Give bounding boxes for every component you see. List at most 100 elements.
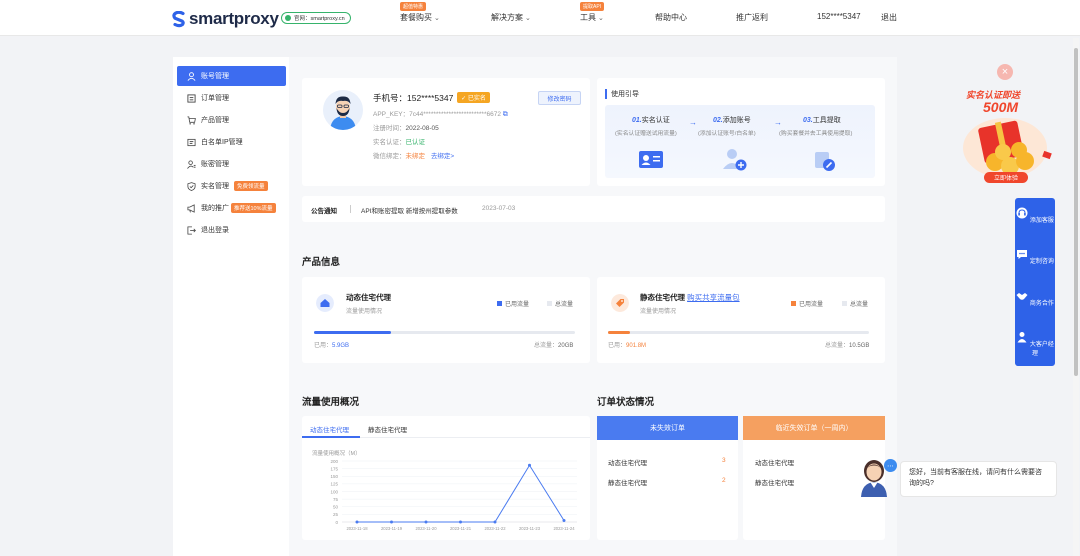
step-title: 实名认证: [641, 117, 670, 124]
nav-referral[interactable]: 推广返利: [736, 12, 768, 23]
tag-icon: [611, 294, 629, 312]
edit-password-button[interactable]: 修改密码: [538, 91, 581, 105]
home-icon: [316, 294, 334, 312]
headset-icon: [1016, 207, 1028, 219]
chevron-down-icon: ⌄: [434, 14, 440, 22]
logout-link[interactable]: 退出: [881, 12, 897, 23]
guide-step-3-desc: (购买套餐并去工具使用提取): [779, 131, 853, 137]
add-user-icon: [723, 149, 747, 171]
orders-active-header: 未失效订单: [597, 416, 738, 440]
verified-check-icon: ✓: [461, 96, 468, 102]
realname-status: 已认证: [405, 139, 426, 146]
order-row-count[interactable]: 2: [722, 477, 726, 484]
nav-solutions[interactable]: 解决方案 ⌄: [491, 12, 531, 23]
guide-title: 使用引导: [605, 89, 639, 99]
guide-step-2-desc: (添加认证账号/白名单): [698, 131, 756, 137]
wechat-status: 未绑定: [405, 153, 426, 160]
legend-total-label: 总流量: [555, 302, 574, 308]
product-sub: 流量使用情况: [346, 309, 383, 315]
legend-total: 总流量: [547, 299, 573, 308]
tool-label: 添加客服: [1029, 218, 1054, 224]
x-tick-label: 2023-11-20: [415, 526, 437, 531]
register-label: 注册时间：: [373, 125, 406, 132]
sidebar-item-label: 账密管理: [201, 161, 229, 168]
register-date: 2022-08-05: [405, 125, 439, 132]
sidebar-item-referral[interactable]: 我的推广 推荐送10%流量: [177, 198, 286, 218]
nav-tools[interactable]: 提取API 工具 ⌄: [580, 2, 605, 23]
megaphone-icon: [187, 203, 195, 213]
scrollbar-thumb[interactable]: [1074, 48, 1078, 376]
user-phone-label: 152****5347: [817, 12, 861, 21]
data-point: [390, 520, 393, 524]
sidebar-item-label: 实名管理: [201, 183, 229, 190]
bind-wechat-link[interactable]: 去绑定>: [431, 153, 454, 160]
series-line: [357, 464, 565, 523]
tab-static[interactable]: 静态住宅代理: [368, 424, 407, 434]
close-icon[interactable]: ×: [997, 64, 1013, 80]
sidebar-item-whitelist[interactable]: 白名单IP管理: [177, 132, 286, 152]
total-value: 总流量：10.5GB: [825, 340, 869, 349]
y-tick-label: 50: [333, 505, 339, 510]
sidebar-item-logout[interactable]: 退出登录: [177, 220, 286, 240]
sidebar-item-credentials[interactable]: 账密管理: [177, 154, 286, 174]
app-key-row: APP_KEY：7c44*************************667…: [373, 108, 508, 119]
copy-icon[interactable]: ⧉: [503, 111, 508, 118]
notice-text[interactable]: API和账密提取 新增按州提取参数: [361, 205, 458, 215]
nav-help-center[interactable]: 帮助中心: [655, 12, 687, 23]
tool-account-manager[interactable]: 大客户经理: [1015, 331, 1055, 357]
usage-bar-fill: [608, 331, 631, 334]
wechat-row: 微信绑定：未绑定 去绑定>: [373, 150, 454, 160]
legend-swatch-total: [842, 301, 847, 306]
brand-name: smartproxy: [189, 9, 279, 28]
official-site-badge: 官网：smartproxy.cn: [281, 12, 351, 24]
y-tick-label: 25: [333, 512, 339, 517]
y-tick-label: 75: [333, 497, 339, 502]
products-section-title: 产品信息: [302, 257, 341, 268]
legend-swatch-total: [547, 301, 552, 306]
total-amount: 10.5GB: [849, 343, 870, 349]
step-num: 02.: [713, 117, 723, 124]
step-num: 03.: [803, 117, 813, 124]
user-icon: [187, 71, 196, 81]
x-tick-label: 2023-11-19: [381, 526, 403, 531]
chat-message-bubble[interactable]: 您好，当前有客服在线，请问有什么需要咨询的吗?: [900, 461, 1057, 497]
tool-label: 大客户经理: [1029, 342, 1054, 357]
notice-tab[interactable]: 公告通知: [311, 205, 337, 215]
nav-packages[interactable]: 超值特惠 套餐购买 ⌄: [400, 2, 440, 23]
sidebar-item-orders[interactable]: 订单管理: [177, 88, 286, 108]
sidebar-item-account[interactable]: 账号管理: [177, 66, 286, 86]
step-num: 01.: [632, 117, 642, 124]
total-value: 总流量：20GB: [534, 340, 573, 349]
legend-total: 总流量: [842, 299, 868, 308]
promo-cta-button[interactable]: 立即体验: [984, 172, 1028, 183]
used-value: 已用：5.9GB: [314, 340, 349, 349]
shield-icon: [187, 181, 196, 191]
nav-user-phone[interactable]: 152****5347: [817, 12, 861, 21]
legend-swatch-used: [791, 301, 796, 306]
brand-logo[interactable]: smartproxy: [172, 9, 279, 29]
realname-label: 实名认证：: [373, 139, 406, 146]
nav-tag-api: 提取API: [580, 2, 605, 11]
notice-divider: [350, 205, 351, 213]
tool-business[interactable]: 商务合作: [1015, 290, 1055, 307]
sidebar-item-products[interactable]: 产品管理: [177, 110, 286, 130]
tool-extract-icon: [815, 152, 835, 171]
traffic-line-chart: 0 25 50 75 100 125 150 175 200 2023-11-18 2023-11-…: [330, 459, 577, 531]
sidebar-item-realname[interactable]: 实名管理 免费领流量: [177, 176, 286, 196]
x-tick-label: 2023-11-23: [519, 526, 541, 531]
exit-icon: [187, 225, 196, 235]
usage-bar-track: [314, 331, 575, 334]
user-key-icon: [187, 159, 196, 169]
order-row-count[interactable]: 3: [722, 457, 726, 464]
tab-dynamic[interactable]: 动态住宅代理: [310, 424, 349, 434]
used-label: 已用：: [314, 343, 333, 349]
sidebar-item-label: 订单管理: [201, 95, 229, 102]
buy-shared-traffic-link[interactable]: 购买共享流量包: [687, 293, 740, 302]
product-name: 动态住宅代理: [346, 293, 391, 302]
free-traffic-badge: 免费领流量: [234, 181, 268, 191]
tool-add-service[interactable]: 添加客服: [1015, 207, 1055, 224]
referral-bonus-badge: 推荐送10%流量: [231, 203, 276, 213]
list-icon: [187, 138, 196, 146]
tool-custom-consult[interactable]: 定制咨询: [1015, 248, 1055, 265]
nav-tag-promo: 超值特惠: [400, 2, 427, 11]
